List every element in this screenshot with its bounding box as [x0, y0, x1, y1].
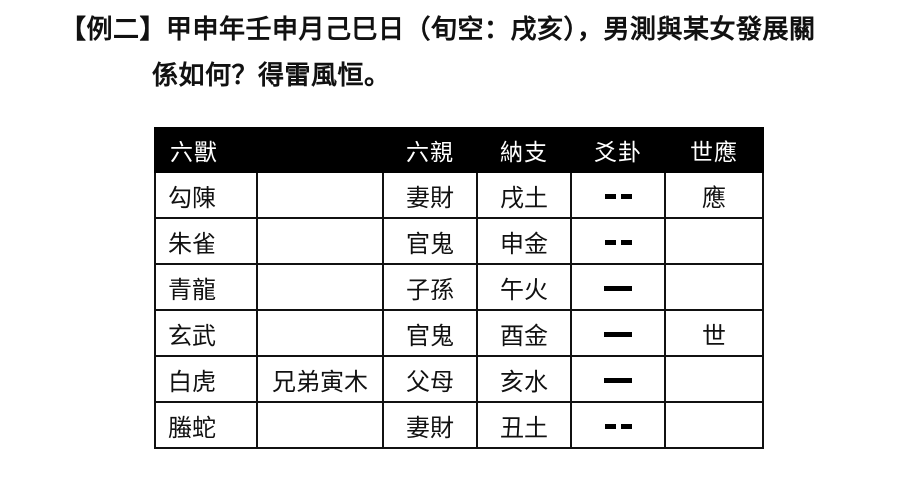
header-six-relations: 六親: [382, 127, 478, 173]
table-row: 勾陳 妻財 戌土 應: [154, 171, 764, 219]
hexagram-table-container: 六獸 六親 納支 爻卦 世應 勾陳 妻財 戌土應朱雀 官鬼 申金 青龍 子孫 午火 玄武 官鬼 酉金…: [154, 127, 764, 449]
table-row: 玄武 官鬼 酉金 世: [154, 309, 764, 357]
table-row: 白虎 兄弟寅木 父母 亥水: [154, 355, 764, 403]
hexagram-table: 六獸 六親 納支 爻卦 世應 勾陳 妻財 戌土應朱雀 官鬼 申金 青龍 子孫 午火 玄武 官鬼 酉金…: [154, 127, 764, 449]
cell-yao-line: [570, 171, 666, 219]
cell-six-relation: 妻財: [382, 401, 478, 449]
cell-earthly-branch: 亥水: [476, 355, 572, 403]
cell-six-relation: 官鬼: [382, 309, 478, 357]
cell-shi-ying: [664, 263, 764, 311]
cell-six-beast: 玄武: [154, 309, 258, 357]
cell-shi-ying: [664, 355, 764, 403]
cell-hidden-spirit: [256, 309, 384, 357]
heading-line-1: 【例二】甲申年壬申月己巳日（旬空：戌亥），男測與某女發展關: [60, 15, 816, 45]
cell-hidden-spirit: [256, 263, 384, 311]
cell-earthly-branch: 酉金: [476, 309, 572, 357]
table-row: 螣蛇 妻財 丑土: [154, 401, 764, 449]
header-shi-ying: 世應: [664, 127, 764, 173]
cell-earthly-branch: 午火: [476, 263, 572, 311]
cell-six-relation: 父母: [382, 355, 478, 403]
header-earthly-branch: 納支: [476, 127, 572, 173]
cell-hidden-spirit: 兄弟寅木: [256, 355, 384, 403]
yang-line-icon: [604, 377, 632, 383]
cell-earthly-branch: 丑土: [476, 401, 572, 449]
cell-six-beast: 螣蛇: [154, 401, 258, 449]
table-body: 勾陳 妻財 戌土應朱雀 官鬼 申金 青龍 子孫 午火 玄武 官鬼 酉金世白虎 兄弟寅木 父母 亥水 螣蛇 妻財…: [154, 171, 764, 449]
heading: 【例二】甲申年壬申月己巳日（旬空：戌亥），男測與某女發展關 係如何？得雷風恒。: [60, 12, 900, 94]
cell-earthly-branch: 戌土: [476, 171, 572, 219]
cell-six-beast: 朱雀: [154, 217, 258, 265]
yang-line-icon: [604, 285, 632, 291]
cell-shi-ying: 應: [664, 171, 764, 219]
cell-yao-line: [570, 309, 666, 357]
cell-yao-line: [570, 217, 666, 265]
cell-six-relation: 子孫: [382, 263, 478, 311]
cell-hidden-spirit: [256, 401, 384, 449]
table-row: 青龍 子孫 午火: [154, 263, 764, 311]
yang-line-icon: [604, 331, 632, 337]
cell-earthly-branch: 申金: [476, 217, 572, 265]
cell-hidden-spirit: [256, 217, 384, 265]
table-row: 朱雀 官鬼 申金: [154, 217, 764, 265]
cell-yao-line: [570, 401, 666, 449]
header-six-beasts: 六獸: [154, 127, 258, 173]
cell-six-relation: 妻財: [382, 171, 478, 219]
cell-yao-line: [570, 263, 666, 311]
header-hidden-spirit: [256, 127, 384, 173]
cell-shi-ying: [664, 217, 764, 265]
yin-line-icon: [604, 193, 632, 199]
cell-six-beast: 白虎: [154, 355, 258, 403]
cell-six-beast: 勾陳: [154, 171, 258, 219]
yin-line-icon: [604, 239, 632, 245]
cell-shi-ying: 世: [664, 309, 764, 357]
yin-line-icon: [604, 423, 632, 429]
table-header-row: 六獸 六親 納支 爻卦 世應: [154, 127, 764, 173]
heading-line-2: 係如何？得雷風恒。: [152, 61, 391, 91]
cell-six-beast: 青龍: [154, 263, 258, 311]
header-yao-line: 爻卦: [570, 127, 666, 173]
cell-yao-line: [570, 355, 666, 403]
cell-shi-ying: [664, 401, 764, 449]
cell-hidden-spirit: [256, 171, 384, 219]
cell-six-relation: 官鬼: [382, 217, 478, 265]
